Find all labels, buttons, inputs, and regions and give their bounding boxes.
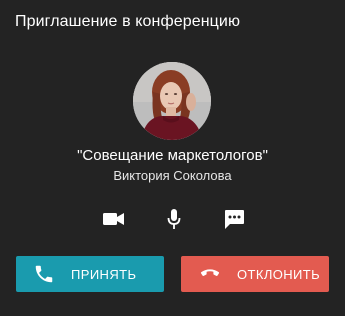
video-camera-icon bbox=[103, 213, 124, 225]
accept-button[interactable]: ПРИНЯТЬ bbox=[16, 256, 164, 292]
microphone-toggle-button[interactable] bbox=[162, 207, 186, 231]
conference-invite-dialog: Приглашение в конференцию "Совещание мар… bbox=[0, 0, 345, 316]
conference-name: "Совещание маркетологов" bbox=[77, 147, 268, 164]
dialog-title: Приглашение в конференцию bbox=[15, 13, 241, 30]
caller-avatar bbox=[133, 62, 211, 140]
decline-button[interactable]: ОТКЛОНИТЬ bbox=[181, 256, 329, 292]
phone-icon bbox=[33, 263, 55, 285]
decline-label: ОТКЛОНИТЬ bbox=[237, 267, 321, 282]
microphone-icon bbox=[167, 209, 181, 229]
chat-icon bbox=[225, 210, 244, 229]
chat-toggle-button[interactable] bbox=[222, 207, 246, 231]
video-toggle-button[interactable] bbox=[102, 207, 126, 231]
accept-label: ПРИНЯТЬ bbox=[71, 267, 137, 282]
caller-name: Виктория Соколова bbox=[113, 168, 232, 183]
hang-up-icon bbox=[199, 266, 221, 280]
